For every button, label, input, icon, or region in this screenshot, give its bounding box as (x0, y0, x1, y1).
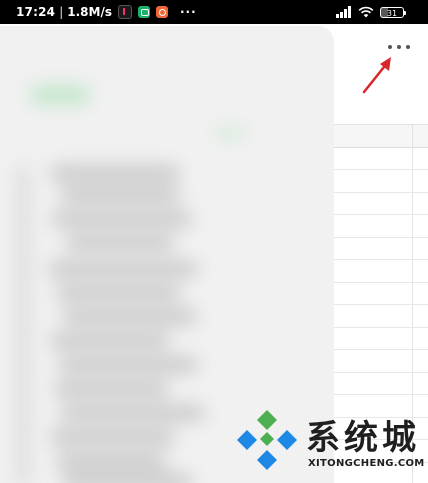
sheet-row-line (332, 237, 428, 238)
blurred-text-row (50, 430, 175, 444)
blurred-text-row (62, 310, 197, 324)
blurred-text-row (52, 212, 192, 226)
tiktok-icon (117, 5, 132, 19)
screen: 17:24 | 1.8M/s ··· 31 系统城 XITONGCHENG.CO… (0, 0, 428, 483)
blurred-text-row (58, 358, 198, 372)
blurred-text-row (65, 236, 175, 250)
watermark-url: XITONGCHENG.COM (308, 458, 425, 469)
sheet-row-line (332, 259, 428, 260)
red-arrow-icon (362, 57, 391, 94)
battery-level: 31 (386, 8, 398, 18)
status-separator: | (59, 5, 64, 19)
blurred-text-row (50, 166, 180, 180)
sheet-row-line (332, 282, 428, 283)
blurred-text-row (60, 188, 180, 202)
blurred-text-row (62, 474, 192, 483)
orange-app-icon (155, 6, 168, 18)
blurred-text-row (56, 454, 166, 468)
battery-indicator: 31 (380, 6, 406, 18)
xitongcheng-logo-icon (237, 410, 297, 470)
watermark-title: 系统城 (306, 418, 420, 458)
sheet-row-line (332, 327, 428, 328)
watermark: 系统城 XITONGCHENG.COM (236, 408, 428, 483)
status-left: 17:24 | 1.8M/s ··· (16, 0, 197, 24)
sheet-row-line (332, 372, 428, 373)
blurred-text-row (56, 286, 181, 300)
sheet-row-line (332, 192, 428, 193)
sheet-row-line (332, 349, 428, 350)
sheet-column-header (332, 125, 428, 148)
signal-icon (336, 6, 351, 18)
sheet-row-line (332, 394, 428, 395)
status-time: 17:24 (16, 5, 56, 19)
sheet-row-line (332, 214, 428, 215)
blurred-text-row (54, 382, 169, 396)
sheet-row-line (332, 169, 428, 170)
green-app-icon (137, 6, 150, 18)
wifi-icon (358, 6, 374, 18)
blurred-text-row (48, 262, 198, 276)
network-speed: 1.8M/s (67, 5, 112, 19)
blurred-green-pill (30, 86, 90, 104)
more-horizontal-icon (388, 45, 410, 49)
status-right: 31 (336, 0, 406, 24)
blurred-side-column (18, 166, 28, 483)
blurred-green-tag (215, 128, 245, 138)
status-bar: 17:24 | 1.8M/s ··· 31 (0, 0, 428, 24)
more-notifications-indicator: ··· (179, 5, 197, 19)
blurred-text-row (60, 406, 205, 420)
sheet-row-line (332, 304, 428, 305)
blurred-text-row (50, 334, 170, 348)
